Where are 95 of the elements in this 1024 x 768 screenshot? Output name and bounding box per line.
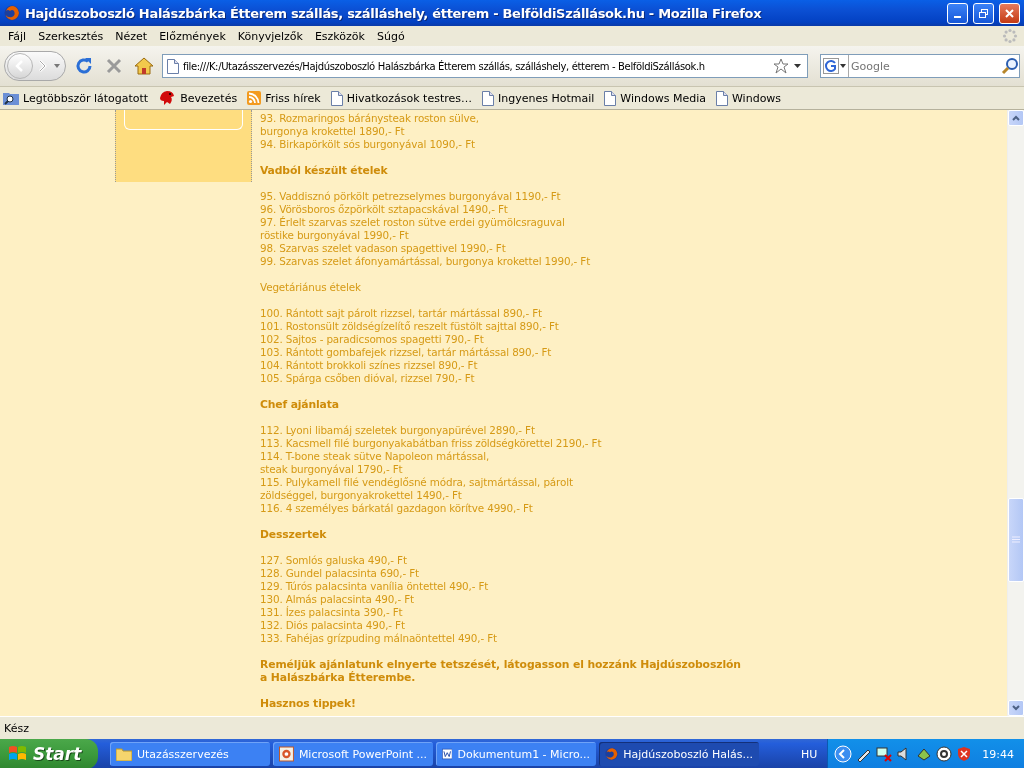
rss-icon [247, 91, 262, 105]
scroll-down-button[interactable] [1008, 700, 1024, 716]
menu-item-text: 113. Kacsmell filé burgonyakabátban friss zöldségkörettel 2190,- Ft [260, 437, 603, 450]
url-text: file:///K:/Utazásszervezés/Hajdúszoboszló Halászbárka Étterem szállás, szálláshely, étterem - BelföldiSzállások.h [183, 60, 706, 72]
menu-item-text: 98. Szarvas szelet vadason spagettivel 1990,- Ft [260, 242, 507, 255]
menu-item-text: 102. Sajtos - paradicsomos spagetti 790,- Ft [260, 333, 485, 346]
menu-item-text: 96. Vörösboros őzpörkölt sztapacskával 1490,- Ft [260, 203, 509, 216]
menu-item-text: 103. Rántott gombafejek rizzsel, tartár mártással 890,- Ft [260, 346, 553, 359]
menu-item-text: 95. Vaddisznó pörkölt petrezselymes burgonyával 1190,- Ft [260, 190, 562, 203]
language-indicator[interactable]: HU [800, 747, 818, 761]
firefox-icon [4, 5, 20, 21]
scroll-thumb[interactable] [1008, 498, 1024, 582]
star-icon[interactable] [773, 58, 789, 74]
grip-icon [1012, 536, 1020, 544]
menu-item[interactable]: Előzmények [153, 29, 232, 43]
close-button[interactable] [999, 2, 1020, 24]
taskbar-button[interactable]: Hajdúszoboszló Halás... [599, 742, 759, 766]
shield-icon[interactable] [956, 746, 973, 762]
taskbar-button[interactable]: Microsoft PowerPoint ... [273, 742, 433, 766]
bookmark-item[interactable]: Windows Media [604, 90, 706, 106]
bookmark-item[interactable]: Bevezetés [158, 90, 238, 106]
window-title: Hajdúszoboszló Halászbárka Étterem szállás, szálláshely, étterem - BelföldiSzállások.hu - Mozilla Firefox [25, 5, 763, 21]
menu-item-text: 131. Ízes palacsinta 390,- Ft [260, 606, 404, 619]
dropdown-icon[interactable] [793, 63, 803, 69]
start-button[interactable]: Start [0, 739, 98, 768]
page-icon [716, 90, 728, 106]
menu-item-text: 115. Pulykamell filé vendéglősné módra, sajtmártással, párolt zöldséggel, burgonyakrokettel 1490,- Ft [260, 476, 574, 502]
home-icon [134, 56, 154, 76]
section-heading: Chef ajánlata [260, 398, 340, 411]
menu-item[interactable]: Fájl [2, 29, 33, 43]
search-box[interactable]: Google [820, 54, 1020, 78]
menu-item-text: 97. Érlelt szarvas szelet roston sütve erdei gyümölcsraguval röstike burgonyával 1990,- Ft [260, 216, 566, 242]
page-icon [482, 90, 494, 106]
windows-flag-icon [8, 745, 28, 763]
bookmark-item[interactable]: Hivatkozások testres… [330, 90, 472, 106]
bookmark-item[interactable]: Legtöbbször látogatott [3, 91, 149, 105]
menu-item-text: 101. Rostonsült zöldségízelítő reszelt füstölt sajttal 890,- Ft [260, 320, 560, 333]
taskbar-button[interactable]: Dokumentum1 - Micro... [436, 742, 596, 766]
bird-icon [158, 90, 177, 106]
dropdown-icon[interactable] [840, 64, 846, 68]
scroll-up-button[interactable] [1008, 110, 1024, 126]
menu-item-text: 127. Somlós galuska 490,- Ft [260, 554, 408, 567]
scrollbar[interactable] [1007, 110, 1024, 716]
menu-item[interactable]: Súgó [370, 29, 411, 43]
restore-icon [978, 7, 989, 19]
menu-item-text: 130. Almás palacsinta 490,- Ft [260, 593, 415, 606]
page-icon [167, 58, 179, 74]
minimize-icon [954, 15, 961, 18]
menu-item-text: 116. 4 személyes bárkatál gazdagon körítve 4990,- Ft [260, 502, 534, 515]
address-bar[interactable]: file:///K:/Utazásszervezés/Hajdúszoboszló Halászbárka Étterem szállás, szálláshely, étterem - BelföldiSzállások.h [162, 54, 808, 78]
menu-item-text: 128. Gundel palacsinta 690,- Ft [260, 567, 420, 580]
bookmark-item[interactable]: Friss hírek [247, 91, 321, 105]
firefox-icon [605, 746, 619, 762]
menu-item-text: 94. Birkapörkölt sós burgonyával 1090,- Ft [260, 138, 476, 151]
chevron-icon[interactable] [834, 745, 853, 763]
bookmark-item[interactable]: Ingyenes Hotmail [482, 90, 595, 106]
caret-icon [53, 63, 61, 69]
menu-item-text: 105. Spárga csőben dióval, rizzsel 790,- Ft [260, 372, 476, 385]
menu-item-text: 104. Rántott brokkoli színes rizzsel 890,- Ft [260, 359, 479, 372]
stop-icon [104, 56, 124, 76]
menu-item-text: 129. Túrós palacsinta vanília öntettel 490,- Ft [260, 580, 490, 593]
section-heading: Vadból készült ételek [260, 164, 389, 177]
restore-button[interactable] [973, 2, 994, 24]
menu-item-text: 133. Fahéjas grízpuding málnaöntettel 490,- Ft [260, 632, 498, 645]
closing-paragraph: Reméljük ajánlatunk elnyerte tetszését, látogasson el hozzánk Hajdúszoboszlón a Halászbárka Étterembe. [260, 658, 742, 684]
menu-item[interactable]: Szerkesztés [32, 29, 110, 43]
menu-item[interactable]: Könyvjelzők [231, 29, 309, 43]
menu-item-text: 99. Szarvas szelet áfonyamártással, burgonya krokettel 1990,- Ft [260, 255, 592, 268]
menu-item[interactable]: Nézet [109, 29, 154, 43]
page-icon [330, 90, 343, 106]
throbber-icon [1002, 28, 1018, 44]
clock: 19:44 [982, 747, 1014, 761]
reload-icon [74, 56, 94, 76]
close-icon [1004, 7, 1015, 19]
section-heading: Desszertek [260, 528, 328, 541]
section-heading: Hasznos tippek! [260, 697, 357, 710]
status-text: Kész [4, 721, 29, 735]
presentation-icon [279, 746, 294, 762]
menu-item-text: 114. T-bone steak sütve Napoleon mártással, steak burgonyával 1790,- Ft [260, 450, 491, 476]
bookmark-item[interactable]: Windows [716, 90, 782, 106]
google-icon[interactable] [823, 58, 839, 74]
menu-item-text: 93. Rozmaringos báránysteak roston sülve, burgonya krokettel 1890,- Ft [260, 112, 480, 138]
menu-item-text: 112. Lyoni libamáj szeletek burgonyapürével 2890,- Ft [260, 424, 536, 437]
folder-search-icon [3, 91, 19, 105]
minimize-button[interactable] [947, 2, 968, 24]
network-icon[interactable] [876, 746, 893, 762]
menu-item-text: 100. Rántott sajt párolt rizzsel, tartár mártással 890,- Ft [260, 307, 543, 320]
page-icon [604, 90, 617, 106]
folder-icon [116, 747, 132, 761]
taskbar-button[interactable]: Utazásszervezés [110, 742, 270, 766]
search-icon[interactable] [1001, 57, 1019, 75]
section-heading: Vegetáriánus ételek [260, 281, 362, 294]
document-icon [442, 746, 453, 762]
menu-item-text: 132. Diós palacsinta 490,- Ft [260, 619, 406, 632]
menu-item[interactable]: Eszközök [308, 29, 371, 43]
